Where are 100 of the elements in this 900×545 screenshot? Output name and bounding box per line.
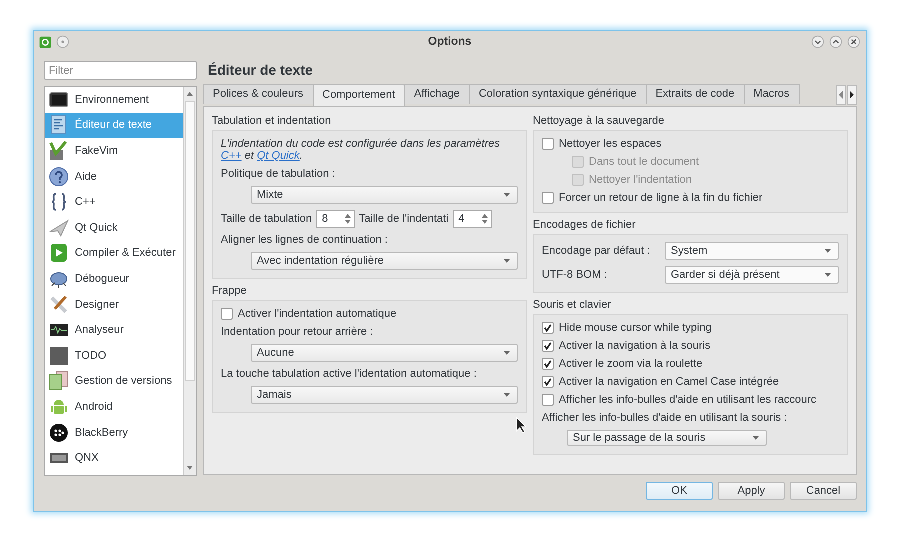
dropdown[interactable]: System [665,242,839,260]
dialog-button[interactable]: Cancel [790,482,857,500]
checkbox-label: Nettoyer les espaces [559,138,662,150]
group-title: Encodages de fichier [533,219,637,231]
sidebar-item[interactable]: Aide [45,164,183,190]
maximize-icon[interactable] [828,35,843,49]
sidebar-item[interactable]: BlackBerry [45,420,183,446]
square-icon [49,346,69,366]
stepper-icon[interactable] [344,212,352,226]
play-icon [49,243,69,264]
checkbox[interactable] [542,394,554,406]
checkbox-label: Activer la navigation en Camel Case intégrée [559,376,780,388]
caret-icon [824,248,832,254]
caret-icon [503,350,511,356]
page-title: Éditeur de texte [207,61,314,80]
checkbox-label: Activer le zoom via la roulette [559,358,703,370]
paper-plane-icon [49,218,69,238]
field-label: Encodage par défaut : [542,245,652,257]
dialog-button[interactable]: OK [646,482,713,500]
caret-icon [752,435,760,441]
scroll-up-icon[interactable] [185,90,195,98]
sidebar-item[interactable]: Gestion de versions [45,368,183,394]
checkbox[interactable] [542,192,554,204]
scroll-down-icon[interactable] [185,464,195,472]
spin-box[interactable]: 8 [316,210,356,228]
checkbox[interactable] [542,358,554,370]
spin-box[interactable]: 4 [452,210,492,228]
tab[interactable]: Comportement [312,84,406,106]
sidebar-item[interactable]: C++ [45,189,183,215]
field-label: Politique de tabulation : [221,168,336,180]
sidebar-item[interactable]: FakeVim [45,138,183,164]
braces-icon [49,192,69,212]
caret-icon [503,392,511,398]
checkbox[interactable] [221,308,233,320]
pin-icon[interactable] [56,35,70,49]
sidebar-item[interactable]: Analyseur [45,317,183,343]
settings-link[interactable]: C++ [221,150,242,162]
group-title: Frappe [212,285,248,297]
dialog-button[interactable]: Apply [718,482,785,500]
dropdown[interactable]: Jamais [251,386,518,404]
app-icon [39,36,52,48]
checkmark-icon [49,140,69,161]
caret-icon [503,192,511,198]
dots-icon [49,422,69,443]
checkbox[interactable] [542,138,554,150]
caret-icon [824,272,832,278]
filter-field[interactable]: Filter [44,61,197,80]
checkbox-label: Nettoyer l'indentation [589,174,692,186]
group-title: Nettoyage à la sauvegarde [533,115,666,127]
dropdown[interactable]: Sur le passage de la souris [567,430,767,446]
group-title: Souris et clavier [533,299,612,311]
mouse-cursor-icon [516,417,528,433]
group-title: Tabulation et indentation [212,115,332,127]
help-icon [49,166,69,187]
field-label: La touche tabulation active l'identation automatique : [221,368,478,380]
field-label: Taille de tabulation [221,213,312,225]
field-label: Taille de l'indentati [359,213,449,225]
field-label: Indentation pour retour arrière : [221,326,374,338]
tab[interactable]: Affichage [404,84,470,104]
dropdown[interactable]: Avec indentation régulière [251,252,518,270]
tab[interactable]: Coloration syntaxique générique [468,84,647,104]
dropdown[interactable]: Garder si déjà présent [665,266,839,284]
stepper-icon[interactable] [480,212,489,226]
sidebar-item[interactable]: TODO [45,342,183,369]
sidebar-item[interactable]: Designer [45,292,183,318]
field-label: UTF-8 BOM : [542,269,608,281]
scroll-bar[interactable] [183,87,196,475]
tab-scroll-right-icon[interactable] [847,85,857,105]
dropdown[interactable]: Mixte [251,186,518,204]
field-label: Aligner les lignes de continuation : [221,234,389,246]
settings-link[interactable]: Qt Quick [257,150,300,162]
field-label: Afficher les info-bulles d'aide en utilisant la souris : [542,412,788,424]
checkbox[interactable] [542,340,554,352]
dropdown[interactable]: Aucune [251,344,518,362]
checkbox-label: Activer l'indentation automatique [238,308,397,320]
document-icon [49,115,69,136]
sidebar-item[interactable]: Android [45,394,183,420]
tab[interactable]: Polices & couleurs [203,84,314,104]
checkbox-label: Activer la navigation à la souris [559,340,711,352]
checkbox[interactable] [542,322,554,334]
sidebar-item[interactable]: Environnement [45,87,183,113]
window-title: Options [428,36,472,48]
sidebar-item[interactable]: Débogueur [45,266,183,292]
checkbox-label: Afficher les info-bulles d'aide en utilisant les raccourc [559,394,816,406]
minimize-icon[interactable] [810,35,825,49]
tab[interactable]: Macros [744,84,800,104]
brush-icon [49,294,69,315]
sidebar-item[interactable]: Qt Quick [45,214,183,241]
checkbox[interactable] [542,376,554,388]
sidebar-item[interactable]: Compiler & Exécuter [45,240,183,266]
documents-icon [49,371,69,392]
monitor-icon [49,90,69,110]
checkbox-label: Forcer un retour de ligne à la fin du fichier [559,192,763,204]
checkbox-label: Dans tout le document [589,156,700,168]
sidebar-item[interactable]: QNX [45,445,183,471]
info-note: L'indentation du code est configurée dans les paramètres C++ et Qt Quick. [221,138,502,162]
checkbox-label: Hide mouse cursor while typing [559,322,712,334]
caret-icon [503,258,511,264]
tab[interactable]: Extraits de code [646,84,745,104]
close-icon[interactable] [846,35,861,49]
